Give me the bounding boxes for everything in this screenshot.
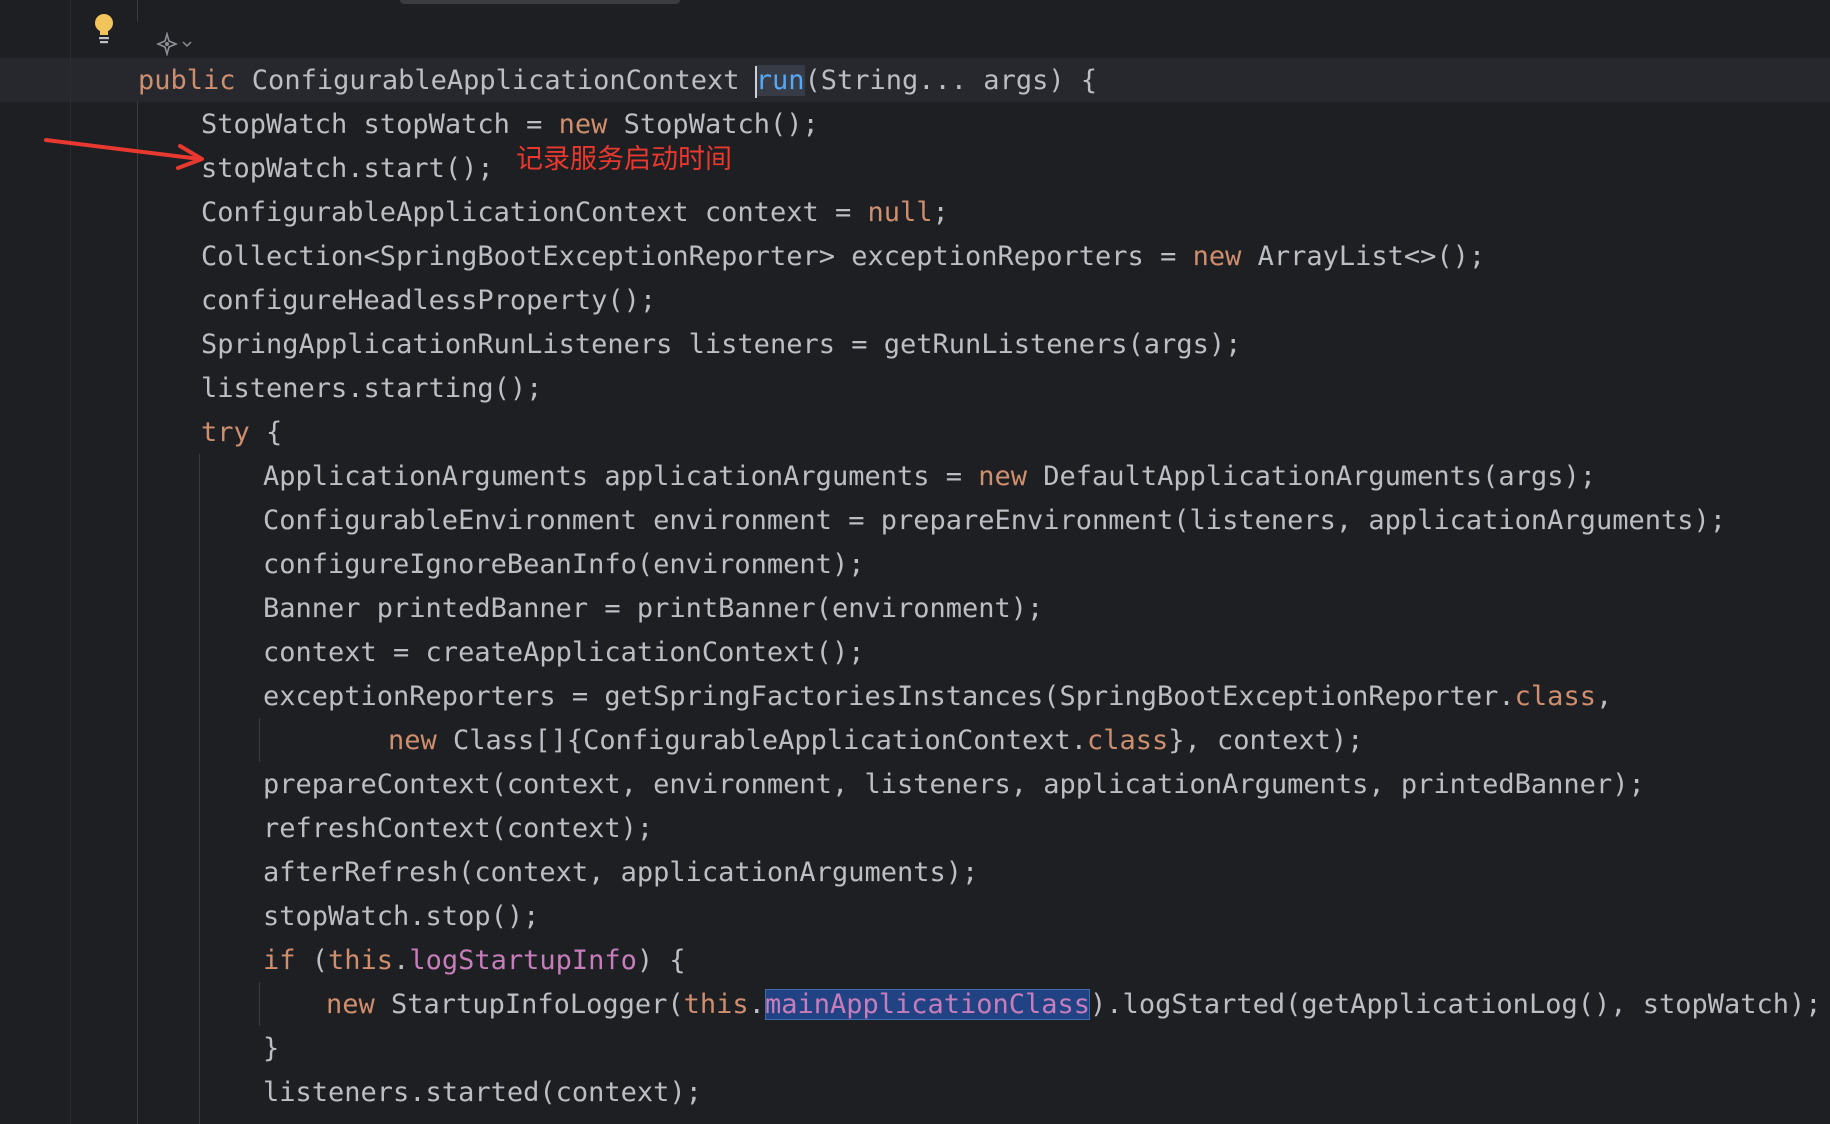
code-token: StopWatch(); <box>607 109 819 140</box>
code-line[interactable]: try { <box>201 411 282 455</box>
code-line[interactable]: listeners.starting(); <box>201 367 542 411</box>
annotation-note: 记录服务启动时间 <box>516 144 732 175</box>
code-token: new <box>558 109 608 140</box>
code-token: ConfigurableApplicationContext <box>235 65 756 96</box>
code-token: listeners.starting(); <box>201 373 543 404</box>
code-token: stopWatch.start(); <box>201 153 494 184</box>
code-token: new <box>978 461 1028 492</box>
code-line[interactable]: if (this.logStartupInfo) { <box>263 939 686 983</box>
ai-sparkle-icon[interactable] <box>155 32 193 56</box>
code-token: new <box>326 989 375 1020</box>
code-line[interactable]: ConfigurableEnvironment environment = pr… <box>263 499 1726 543</box>
code-token: . <box>393 945 410 976</box>
code-token: SpringApplicationRunListeners listeners … <box>201 329 1242 360</box>
code-line[interactable]: refreshContext(context); <box>263 807 653 851</box>
code-token: new <box>388 725 437 756</box>
code-line[interactable]: public ConfigurableApplicationContext ru… <box>138 59 1097 103</box>
code-token: Class[]{ConfigurableApplicationContext. <box>436 725 1087 756</box>
code-line[interactable]: ConfigurableApplicationContext context =… <box>201 191 949 235</box>
code-token: if <box>263 945 296 976</box>
code-token: class <box>1514 681 1596 712</box>
indent-guide <box>259 982 260 1026</box>
code-token: refreshContext(context); <box>263 813 654 844</box>
code-token: mainApplicationClass <box>764 989 1091 1020</box>
code-token: }, context); <box>1168 725 1364 756</box>
code-token: ; <box>932 197 949 228</box>
code-token: class <box>1087 725 1169 756</box>
code-token: (String... args) { <box>804 65 1098 96</box>
code-token: this <box>328 945 394 976</box>
code-token: logStartupInfo <box>409 945 637 976</box>
code-token: ArrayList<>(); <box>1241 241 1486 272</box>
code-token: afterRefresh(context, applicationArgumen… <box>263 857 979 888</box>
code-line[interactable]: stopWatch.start(); <box>201 147 494 191</box>
code-token: new <box>1192 241 1242 272</box>
code-token: { <box>249 417 283 448</box>
red-arrow-annotation <box>44 138 204 170</box>
code-token: . <box>748 989 765 1020</box>
code-line[interactable]: new StartupInfoLogger(this.mainApplicati… <box>326 983 1822 1027</box>
code-token: StopWatch stopWatch = <box>201 109 559 140</box>
code-token: DefaultApplicationArguments(args); <box>1027 461 1596 492</box>
indent-guide <box>199 454 200 1124</box>
code-line[interactable]: } <box>263 1027 279 1071</box>
code-line[interactable]: prepareContext(context, environment, lis… <box>263 763 1645 807</box>
code-token: exceptionReporters = getSpringFactoriesI… <box>263 681 1515 712</box>
code-token: ConfigurableEnvironment environment = pr… <box>263 505 1726 536</box>
code-token: ( <box>295 945 329 976</box>
code-line[interactable]: configureHeadlessProperty(); <box>201 279 656 323</box>
code-token: Banner printedBanner = printBanner(envir… <box>263 593 1044 624</box>
code-line[interactable]: context = createApplicationContext(); <box>263 631 864 675</box>
code-line[interactable]: configureIgnoreBeanInfo(environment); <box>263 543 864 587</box>
code-token: ConfigurableApplicationContext context = <box>201 197 868 228</box>
code-token: stopWatch.stop(); <box>263 901 540 932</box>
text-caret <box>754 65 757 98</box>
lightbulb-icon[interactable] <box>92 12 116 46</box>
code-line[interactable]: stopWatch.stop(); <box>263 895 539 939</box>
code-token: null <box>867 197 933 228</box>
code-line[interactable]: exceptionReporters = getSpringFactoriesI… <box>263 675 1612 719</box>
chevron-down-icon[interactable] <box>181 38 193 50</box>
code-token: listeners.started(context); <box>263 1077 702 1108</box>
code-token: Collection<SpringBootExceptionReporter> … <box>201 241 1193 272</box>
indent-guide <box>137 0 138 22</box>
code-token: StartupInfoLogger( <box>374 989 684 1020</box>
code-line[interactable]: afterRefresh(context, applicationArgumen… <box>263 851 978 895</box>
code-line[interactable]: Collection<SpringBootExceptionReporter> … <box>201 235 1485 279</box>
code-token: ApplicationArguments applicationArgument… <box>263 461 979 492</box>
code-token: context = createApplicationContext(); <box>263 637 865 668</box>
code-line[interactable]: listeners.started(context); <box>263 1071 702 1115</box>
code-token: configureHeadlessProperty(); <box>201 285 657 316</box>
code-token: ) { <box>636 945 686 976</box>
code-token: prepareContext(context, environment, lis… <box>263 769 1645 800</box>
code-line[interactable]: Banner printedBanner = printBanner(envir… <box>263 587 1043 631</box>
code-line[interactable]: StopWatch stopWatch = new StopWatch(); <box>201 103 819 147</box>
code-token: } <box>263 1033 280 1064</box>
code-line[interactable]: ApplicationArguments applicationArgument… <box>263 455 1596 499</box>
code-token: run <box>755 65 805 96</box>
scroll-hint <box>400 0 680 4</box>
code-token: ).logStarted(getApplicationLog(), stopWa… <box>1090 989 1822 1020</box>
indent-guide <box>259 718 260 762</box>
code-token: configureIgnoreBeanInfo(environment); <box>263 549 865 580</box>
code-token: this <box>683 989 749 1020</box>
code-token: try <box>201 417 250 448</box>
code-token: , <box>1595 681 1613 712</box>
code-line[interactable]: new Class[]{ConfigurableApplicationConte… <box>388 719 1363 763</box>
code-token: public <box>138 65 236 96</box>
code-line[interactable]: SpringApplicationRunListeners listeners … <box>201 323 1241 367</box>
code-editor[interactable]: public ConfigurableApplicationContext ru… <box>0 0 1830 1124</box>
indent-guide <box>137 102 138 1124</box>
